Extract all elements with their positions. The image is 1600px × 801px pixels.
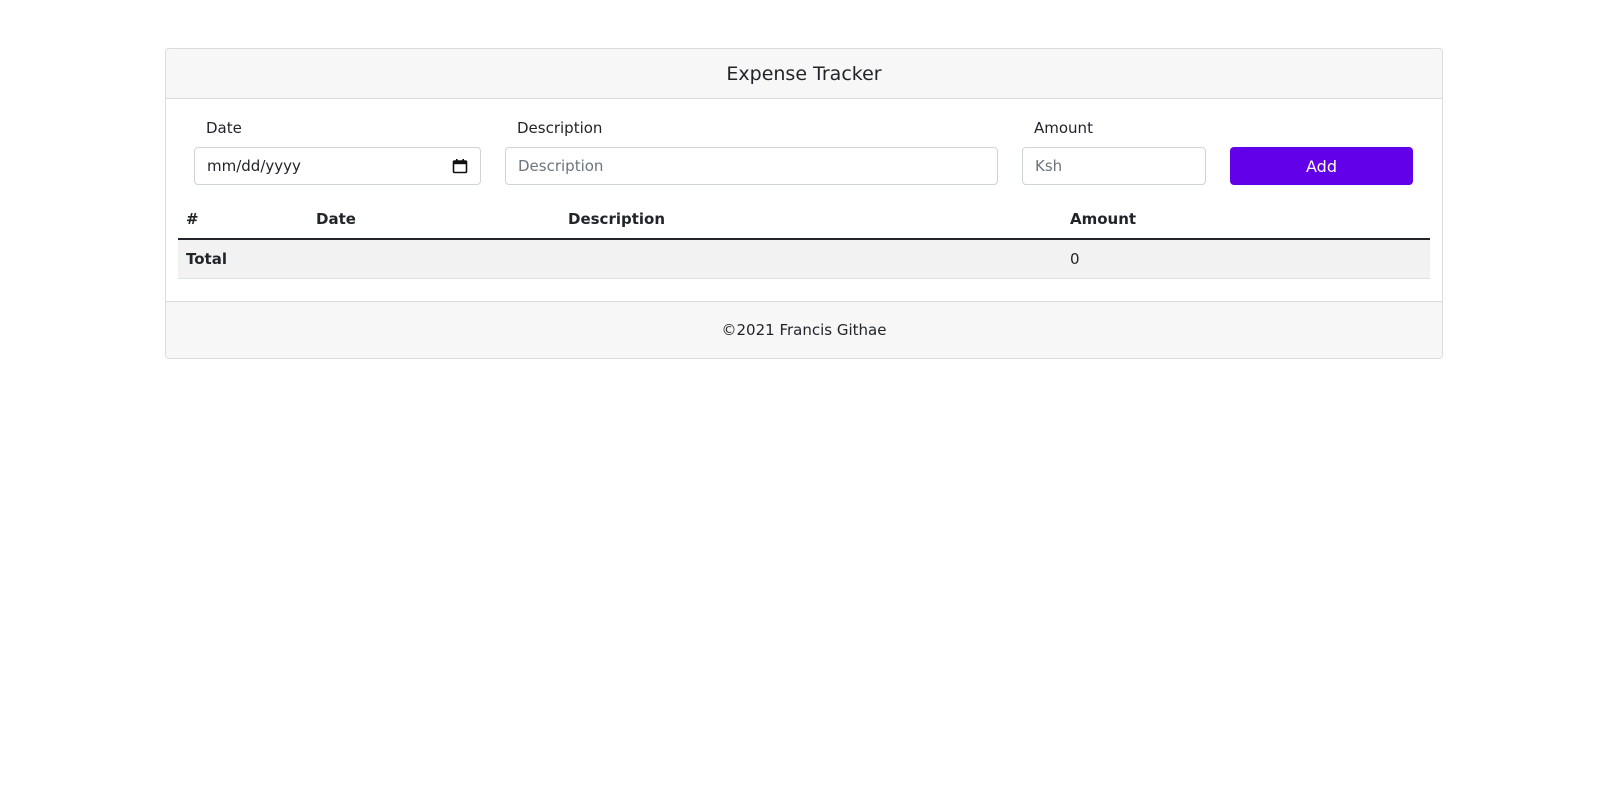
page-title: Expense Tracker [726,62,882,85]
total-row: Total 0 [178,239,1430,279]
add-button[interactable]: Add [1230,147,1413,185]
date-field-value: mm/dd/yyyy [207,157,301,175]
column-header-number: # [178,202,308,240]
column-header-date: Date [308,202,560,240]
column-header-amount: Amount [1062,202,1430,240]
column-header-description: Description [560,202,1062,240]
expense-tracker-card: Expense Tracker Date mm/dd/yyyy Descript… [165,48,1443,359]
amount-field[interactable]: Ksh [1022,147,1206,185]
total-description-cell [560,239,1062,279]
amount-placeholder: Ksh [1035,157,1063,175]
table-header-row: # Date Description Amount [178,202,1430,240]
expense-form: Date mm/dd/yyyy Description Description … [178,99,1430,191]
card-body: Date mm/dd/yyyy Description Description … [166,99,1442,301]
description-field[interactable]: Description [505,147,998,185]
date-field[interactable]: mm/dd/yyyy [194,147,481,185]
expense-table: # Date Description Amount Total 0 [178,202,1430,279]
total-amount: 0 [1062,239,1430,279]
copyright-text: ©2021 Francis Githae [721,321,887,339]
card-header: Expense Tracker [166,49,1442,99]
total-label: Total [178,239,308,279]
card-footer: ©2021 Francis Githae [166,301,1442,358]
amount-label: Amount [1034,119,1093,137]
description-label: Description [517,119,603,137]
calendar-icon[interactable] [452,158,468,174]
date-label: Date [206,119,242,137]
description-placeholder: Description [518,157,604,175]
total-date-cell [308,239,560,279]
